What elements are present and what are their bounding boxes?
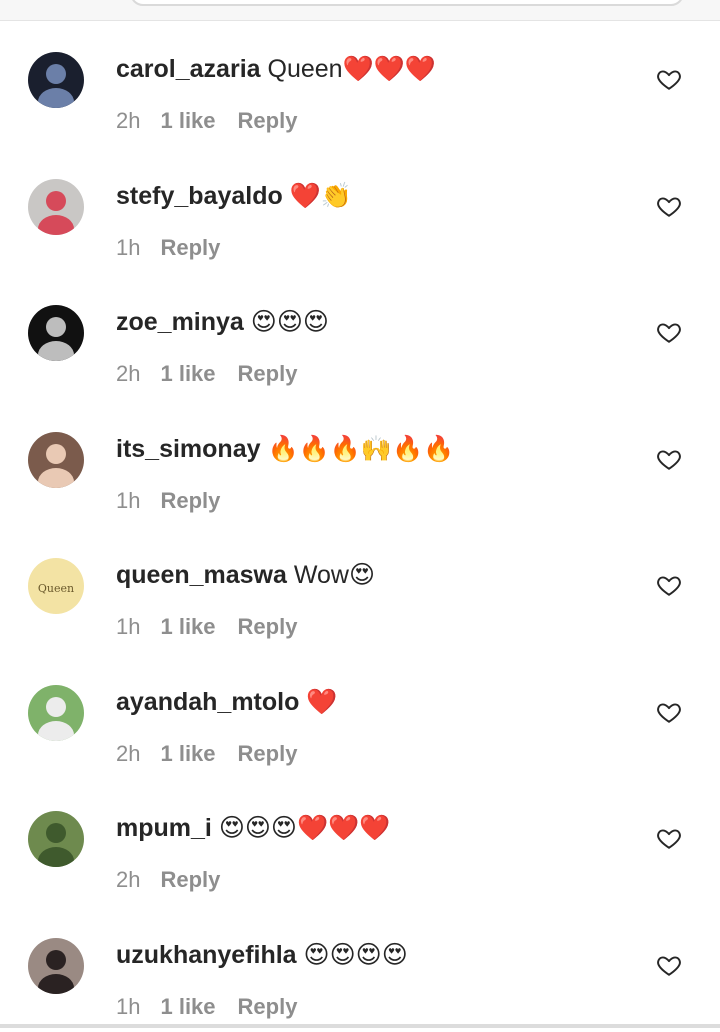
likes-count[interactable]: 1 like	[160, 739, 215, 769]
avatar[interactable]	[28, 179, 84, 235]
comment-row: its_simonay 🔥🔥🔥🙌🔥🔥 1h Reply	[0, 400, 720, 527]
reply-button[interactable]: Reply	[160, 486, 220, 516]
timestamp: 1h	[116, 233, 140, 263]
comment-body: stefy_bayaldo ❤️👏	[116, 177, 352, 215]
reply-button[interactable]: Reply	[238, 106, 298, 136]
comment-meta: 1h Reply	[116, 486, 220, 516]
comment-meta: 2h 1 like Reply	[116, 359, 297, 389]
comment-text: 😍😍😍	[251, 308, 329, 336]
comment-text: Queen❤️❤️❤️	[268, 55, 436, 83]
heart-outline-icon[interactable]	[656, 193, 682, 219]
heart-outline-icon[interactable]	[656, 699, 682, 725]
username-link[interactable]: its_simonay	[116, 435, 261, 463]
comment-list: carol_azaria Queen❤️❤️❤️ 2h 1 like Reply s…	[0, 20, 720, 1032]
comment-body: ayandah_mtolo ❤️	[116, 683, 337, 721]
likes-count[interactable]: 1 like	[160, 992, 215, 1022]
search-bar[interactable]	[130, 0, 684, 6]
username-link[interactable]: queen_maswa	[116, 561, 287, 589]
comment-body: uzukhanyefihla 😍😍😍😍	[116, 936, 408, 974]
timestamp: 2h	[116, 865, 140, 895]
comment-text: 😍😍😍❤️❤️❤️	[219, 814, 391, 842]
username-link[interactable]: uzukhanyefihla	[116, 941, 297, 969]
comment-body: queen_maswa Wow😍	[116, 556, 375, 594]
comment-row: ayandah_mtolo ❤️ 2h 1 like Reply	[0, 653, 720, 780]
comment-meta: 1h Reply	[116, 233, 220, 263]
avatar-label: Queen	[38, 582, 74, 595]
comment-meta: 2h 1 like Reply	[116, 106, 297, 136]
reply-button[interactable]: Reply	[238, 612, 298, 642]
comment-text: ❤️	[306, 688, 337, 716]
timestamp: 1h	[116, 486, 140, 516]
comment-text: 🔥🔥🔥🙌🔥🔥	[267, 435, 454, 463]
comment-meta: 2h 1 like Reply	[116, 739, 297, 769]
comment-row: stefy_bayaldo ❤️👏 1h Reply	[0, 147, 720, 274]
comment-row: uzukhanyefihla 😍😍😍😍 1h 1 like Reply	[0, 906, 720, 1032]
comment-text: ❤️👏	[290, 182, 352, 210]
comment-row: carol_azaria Queen❤️❤️❤️ 2h 1 like Reply	[0, 20, 720, 147]
comment-meta: 1h 1 like Reply	[116, 992, 297, 1022]
reply-button[interactable]: Reply	[238, 359, 298, 389]
comment-meta: 1h 1 like Reply	[116, 612, 297, 642]
timestamp: 2h	[116, 106, 140, 136]
username-link[interactable]: ayandah_mtolo	[116, 688, 299, 716]
reply-button[interactable]: Reply	[238, 739, 298, 769]
timestamp: 2h	[116, 359, 140, 389]
heart-outline-icon[interactable]	[656, 319, 682, 345]
reply-button[interactable]: Reply	[160, 865, 220, 895]
avatar[interactable]	[28, 432, 84, 488]
comment-meta: 2h Reply	[116, 865, 220, 895]
comment-row: Queen queen_maswa Wow😍 1h 1 like Reply	[0, 526, 720, 653]
username-link[interactable]: stefy_bayaldo	[116, 182, 283, 210]
comment-row: mpum_i 😍😍😍❤️❤️❤️ 2h Reply	[0, 779, 720, 906]
avatar[interactable]	[28, 938, 84, 994]
comment-text: Wow😍	[294, 561, 375, 589]
bottom-divider	[0, 1024, 720, 1028]
heart-outline-icon[interactable]	[656, 952, 682, 978]
avatar[interactable]	[28, 305, 84, 361]
top-bar	[0, 0, 720, 21]
comment-body: mpum_i 😍😍😍❤️❤️❤️	[116, 809, 390, 847]
comment-body: its_simonay 🔥🔥🔥🙌🔥🔥	[116, 430, 454, 468]
heart-outline-icon[interactable]	[656, 66, 682, 92]
timestamp: 1h	[116, 612, 140, 642]
avatar[interactable]	[28, 52, 84, 108]
heart-outline-icon[interactable]	[656, 446, 682, 472]
username-link[interactable]: carol_azaria	[116, 55, 261, 83]
likes-count[interactable]: 1 like	[160, 359, 215, 389]
avatar[interactable]	[28, 685, 84, 741]
reply-button[interactable]: Reply	[160, 233, 220, 263]
comment-row: zoe_minya 😍😍😍 2h 1 like Reply	[0, 273, 720, 400]
avatar[interactable]: Queen	[28, 558, 84, 614]
likes-count[interactable]: 1 like	[160, 612, 215, 642]
likes-count[interactable]: 1 like	[160, 106, 215, 136]
timestamp: 2h	[116, 739, 140, 769]
comment-text: 😍😍😍😍	[304, 941, 408, 969]
comment-body: carol_azaria Queen❤️❤️❤️	[116, 50, 436, 88]
username-link[interactable]: mpum_i	[116, 814, 212, 842]
username-link[interactable]: zoe_minya	[116, 308, 244, 336]
heart-outline-icon[interactable]	[656, 572, 682, 598]
avatar[interactable]	[28, 811, 84, 867]
comment-body: zoe_minya 😍😍😍	[116, 303, 329, 341]
heart-outline-icon[interactable]	[656, 825, 682, 851]
timestamp: 1h	[116, 992, 140, 1022]
reply-button[interactable]: Reply	[238, 992, 298, 1022]
